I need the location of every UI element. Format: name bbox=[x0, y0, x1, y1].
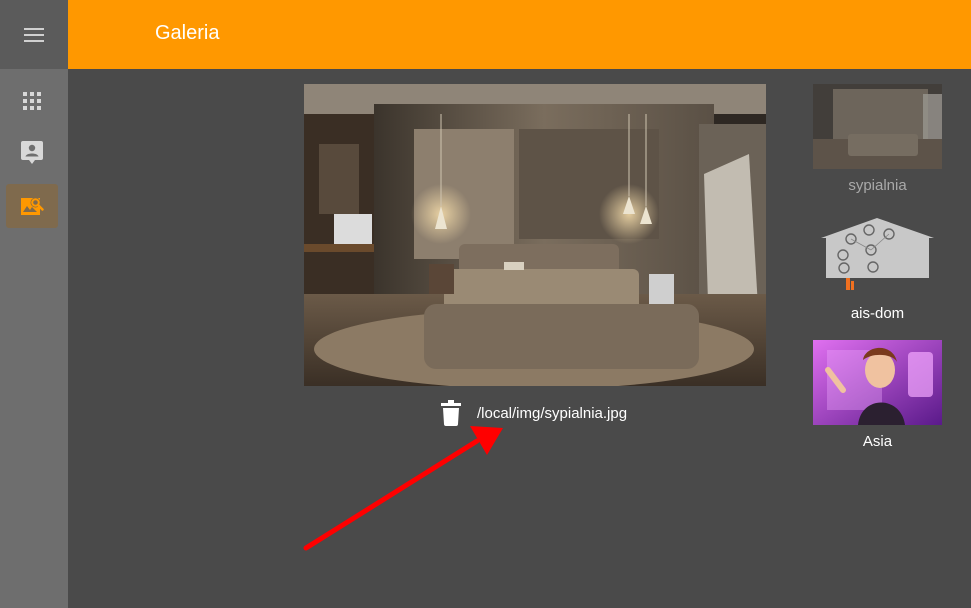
image-search-icon bbox=[21, 197, 44, 215]
trash-icon[interactable] bbox=[440, 400, 462, 426]
bedroom-photo bbox=[304, 84, 766, 386]
sidebar bbox=[0, 0, 68, 608]
thumbnail-label: sypialnia bbox=[848, 177, 907, 194]
thumbnail-sypialnia[interactable]: sypialnia bbox=[813, 84, 942, 194]
account-box-icon bbox=[21, 141, 43, 164]
image-caption: /local/img/sypialnia.jpg bbox=[440, 400, 627, 426]
thumbnail-label: Asia bbox=[862, 433, 893, 450]
menu-button[interactable] bbox=[0, 0, 68, 69]
main-image[interactable] bbox=[304, 84, 766, 386]
sidebar-item-gallery[interactable] bbox=[6, 184, 58, 228]
apps-grid-icon bbox=[23, 92, 41, 110]
thumbnail-asia[interactable]: Asia bbox=[813, 340, 942, 450]
thumbnail-image bbox=[813, 340, 942, 425]
sidebar-item-account[interactable] bbox=[6, 131, 58, 175]
thumbnail-ais-dom[interactable]: ais-dom bbox=[813, 212, 942, 322]
thumbnail-image bbox=[813, 84, 942, 169]
hamburger-menu-icon bbox=[24, 27, 44, 42]
image-path: /local/img/sypialnia.jpg bbox=[477, 404, 628, 422]
thumbnail-image bbox=[813, 212, 942, 297]
page-title: Galeria bbox=[155, 22, 220, 44]
thumbnail-label: ais-dom bbox=[850, 305, 905, 322]
sidebar-item-apps[interactable] bbox=[6, 79, 58, 123]
header-bar: Galeria bbox=[68, 0, 971, 69]
